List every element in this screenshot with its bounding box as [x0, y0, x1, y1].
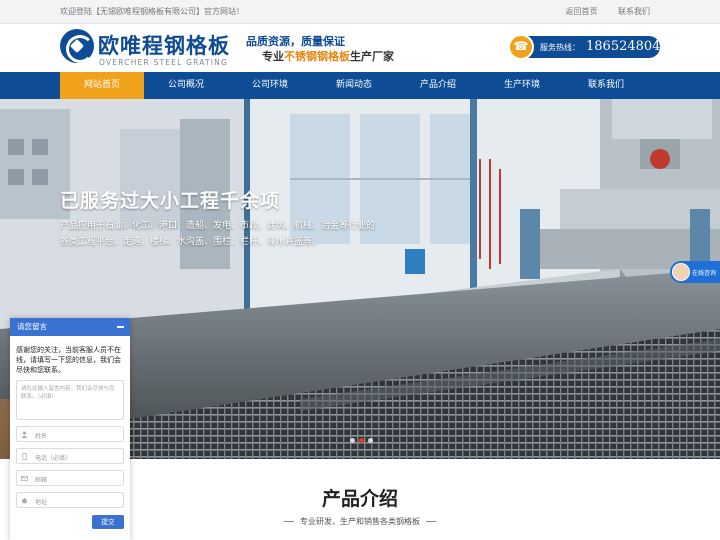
name-field-label: 姓名: [35, 433, 48, 440]
banner-description-line2: 各类工程平台、走道、楼梯、水沟盖、围栏、栏杆、排水井盖等。: [60, 237, 322, 247]
slide-dot[interactable]: [350, 438, 355, 443]
mobile-icon: [22, 453, 27, 460]
divider-left: [284, 521, 294, 522]
logo-text[interactable]: 欧唯程钢格板: [98, 30, 230, 60]
divider-right: [426, 521, 436, 522]
phone-field[interactable]: 电话（必填）: [16, 448, 124, 464]
submit-button[interactable]: 提交: [92, 515, 124, 529]
contact-link[interactable]: 联系我们: [618, 7, 650, 16]
nav-item-about[interactable]: 公司概况: [144, 72, 228, 99]
slide-indicators: [350, 438, 373, 443]
message-intro: 感谢您的关注，当前客服人员不在线，请填写一下您的信息，我们会尽快和您联系。: [16, 346, 121, 374]
message-widget: 请您留言 感谢您的关注，当前客服人员不在线，请填写一下您的信息，我们会尽快和您联…: [10, 318, 130, 540]
phone-icon: ☎: [508, 34, 534, 60]
top-bar: 欢迎登陆【无锡欧唯程钢格板有限公司】官方网站！ 返回首页 联系我们: [0, 0, 720, 24]
phone-field-label: 电话（必填）: [35, 455, 72, 462]
nav-item-news[interactable]: 新闻动态: [312, 72, 396, 99]
banner-headline: 已服务过大小工程千余项: [60, 190, 281, 212]
mail-icon: [21, 476, 28, 481]
slide-dot-active[interactable]: [359, 438, 364, 443]
online-consult-label: 在线咨询: [692, 270, 717, 277]
agent-avatar-icon: [672, 263, 690, 281]
products-subtitle-text: 专业研发、生产和销售各类钢格板: [300, 517, 420, 526]
nav-item-production[interactable]: 生产环境: [480, 72, 564, 99]
home-link[interactable]: 返回首页: [565, 7, 597, 16]
nav-item-contact[interactable]: 联系我们: [564, 72, 648, 99]
address-field-label: 地址: [35, 499, 48, 506]
name-field[interactable]: 姓名: [16, 426, 124, 442]
top-links: 返回首页 联系我们: [547, 6, 650, 17]
slogan-pre: 专业: [262, 50, 284, 63]
slogan-post: 生产厂家: [350, 50, 394, 63]
address-field[interactable]: 地址: [16, 492, 124, 508]
message-textarea[interactable]: 请在此输入留言内容，我们会尽快与您联系。（必填）: [16, 380, 124, 420]
welcome-text: 欢迎登陆【无锡欧唯程钢格板有限公司】官方网站！: [60, 7, 244, 16]
slide-dot[interactable]: [368, 438, 373, 443]
slogan-quality: 品质资源，质量保证: [246, 35, 345, 48]
online-consult-button[interactable]: 在线咨询: [670, 261, 720, 283]
minimize-icon[interactable]: [117, 326, 124, 328]
nav-item-environment[interactable]: 公司环境: [228, 72, 312, 99]
email-field[interactable]: 邮箱: [16, 470, 124, 486]
hotline-label: 服务热线：: [540, 43, 580, 52]
banner-description-line1: 产品应用于石油、化工、港口、造船、发电、市政、建筑、机械、冶金等行业的: [60, 221, 376, 231]
home-icon: [21, 497, 28, 504]
nav-item-home[interactable]: 网站首页: [60, 72, 144, 99]
message-header[interactable]: 请您留言: [10, 318, 130, 336]
message-header-title: 请您留言: [17, 322, 47, 331]
logo-icon[interactable]: [60, 29, 94, 63]
site-header: 欧唯程钢格板 OVERCHER STEEL GRATING 品质资源，质量保证 …: [0, 24, 720, 72]
hotline-number: 18652480465: [586, 39, 677, 54]
slogan-specialty: 专业不锈钢钢格板生产厂家: [262, 48, 394, 64]
nav-item-products[interactable]: 产品介绍: [396, 72, 480, 99]
logo-english: OVERCHER STEEL GRATING: [99, 58, 228, 67]
hotline-box: ☎ 服务热线： 18652480465: [508, 34, 677, 60]
slogan-highlight: 不锈钢钢格板: [284, 50, 350, 63]
email-field-label: 邮箱: [35, 477, 48, 484]
main-nav: 网站首页 公司概况 公司环境 新闻动态 产品介绍 生产环境 联系我们: [0, 72, 720, 99]
user-icon: [21, 431, 28, 438]
